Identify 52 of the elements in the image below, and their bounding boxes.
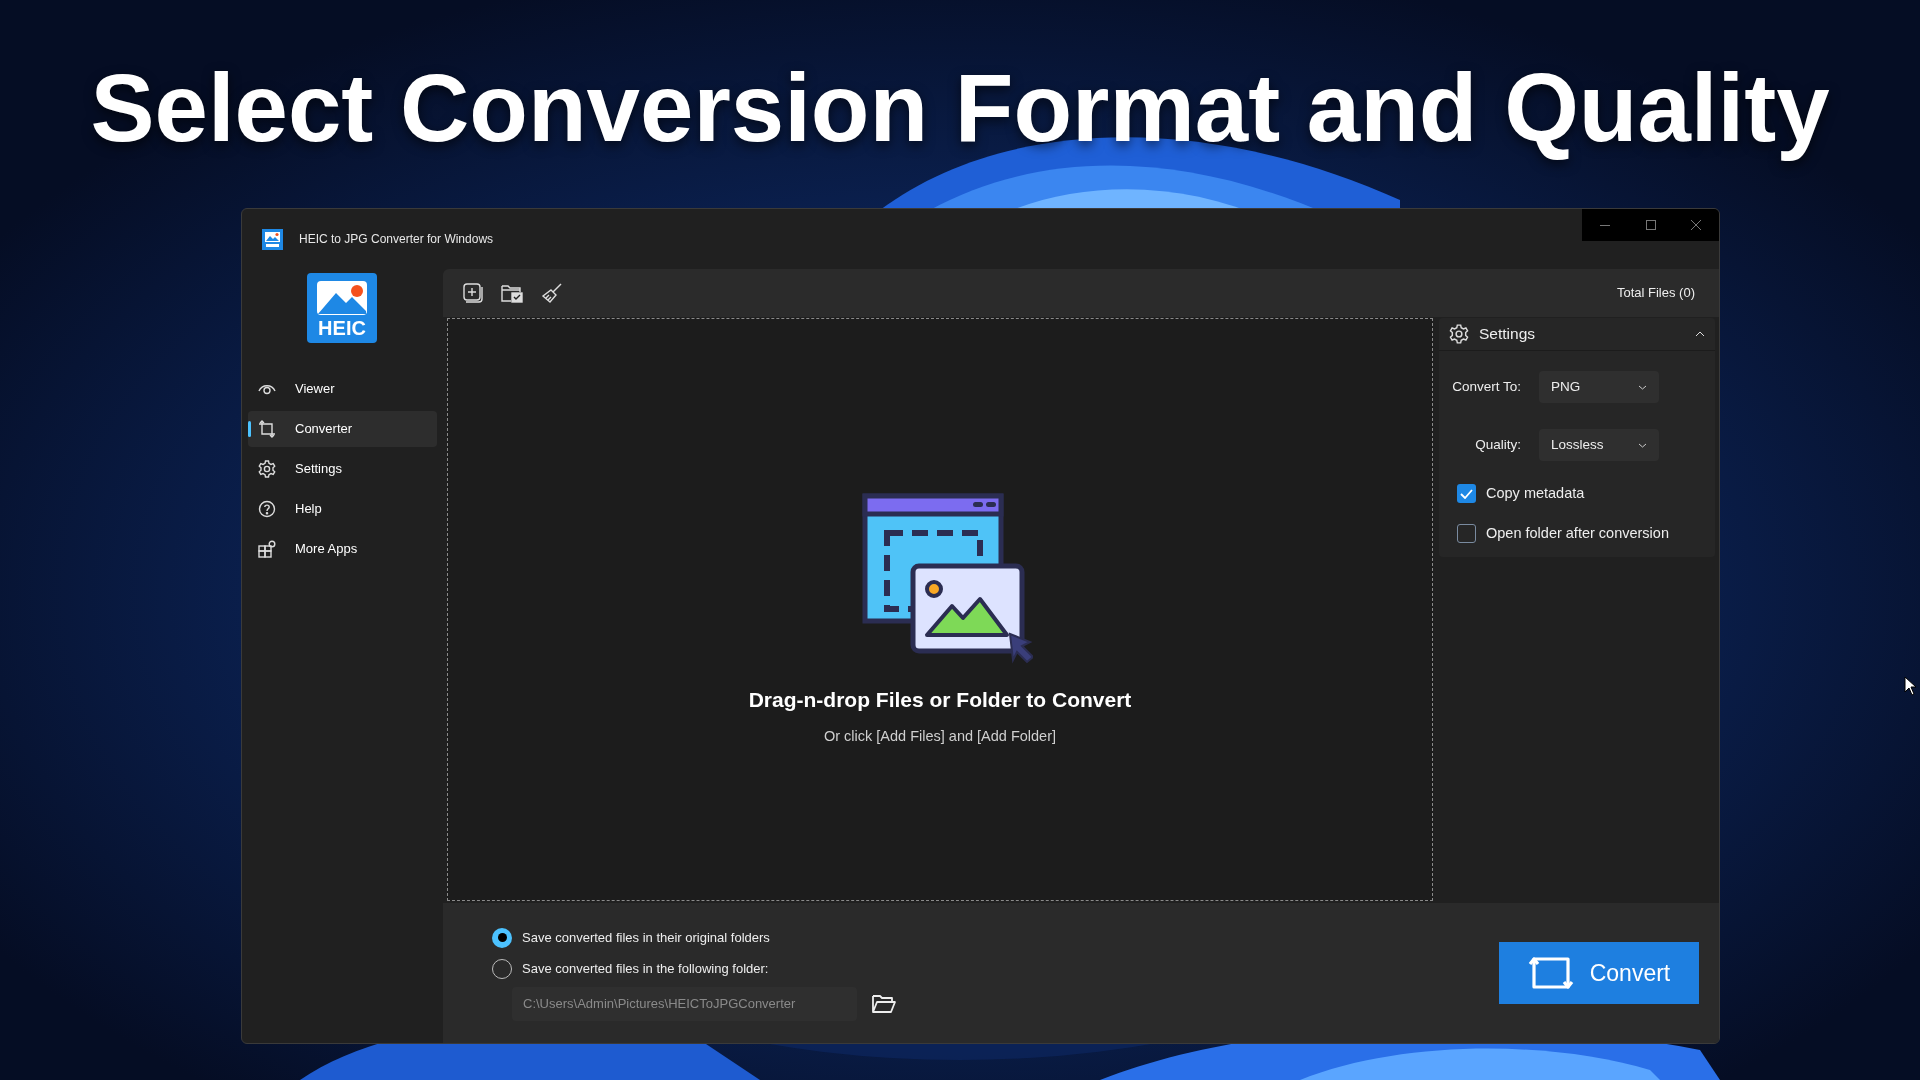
chevron-down-icon — [1638, 442, 1647, 448]
window-title: HEIC to JPG Converter for Windows — [299, 231, 494, 248]
crop-icon — [258, 420, 276, 438]
radio-button[interactable] — [492, 927, 512, 948]
checkbox[interactable] — [1457, 484, 1476, 504]
convert-button[interactable]: Convert — [1499, 942, 1699, 1004]
dropdown[interactable]: PNG — [1539, 371, 1659, 403]
help-icon — [258, 500, 276, 518]
minimize-icon — [1599, 224, 1610, 226]
sidebar-item[interactable]: Help — [248, 491, 437, 527]
clear-button[interactable] — [541, 282, 563, 304]
drop-zone[interactable]: Drag-n-drop Files or Folder to Convert Or click [Add Files] and [Add Folder] — [447, 318, 1433, 901]
app-icon — [262, 228, 283, 250]
folder-check-icon — [501, 283, 523, 303]
sidebar-item[interactable]: More Apps — [248, 531, 437, 567]
option-label: Open folder after conversion — [1486, 523, 1669, 543]
chevron-up-icon — [1695, 331, 1705, 337]
settings-icon — [1449, 324, 1469, 344]
logo-text: HEIC — [318, 317, 366, 339]
apps-icon — [258, 540, 276, 558]
settings-icon — [258, 460, 276, 478]
drop-zone-hint: Or click [Add Files] and [Add Folder] — [823, 726, 1057, 746]
add-folder-button[interactable] — [501, 283, 523, 303]
radio-label: Save converted files in their original folders — [522, 928, 770, 947]
checkbox[interactable] — [1457, 524, 1476, 544]
add-file-icon — [463, 283, 483, 303]
drop-zone-title: Drag-n-drop Files or Folder to Convert — [748, 687, 1132, 713]
close-icon — [1691, 220, 1702, 230]
settings-header[interactable]: Settings — [1439, 318, 1715, 351]
radio-label: Save converted files in the following folder: — [522, 959, 769, 978]
dropdown[interactable]: Lossless — [1539, 429, 1659, 461]
folder-path-field[interactable]: C:\Users\Admin\Pictures\HEICToJPGConverter — [512, 986, 857, 1021]
broom-icon — [541, 282, 563, 304]
mountain-icon — [314, 279, 370, 317]
cursor-icon — [1904, 676, 1916, 696]
maximize-icon — [1645, 220, 1656, 230]
selection-indicator — [248, 421, 251, 437]
field-label: Quality: — [1474, 435, 1521, 454]
convert-icon — [1527, 954, 1574, 992]
sidebar-item[interactable]: Viewer — [248, 371, 437, 407]
field-label: Convert To: — [1451, 377, 1521, 396]
total-files-count: Total Files (0) — [1616, 284, 1695, 303]
option-label: Copy metadata — [1486, 484, 1585, 503]
folder-icon — [871, 992, 897, 1015]
headline: Select Conversion Format and Quality — [89, 53, 1831, 163]
eye-icon — [258, 382, 276, 396]
browse-folder-button[interactable] — [871, 992, 897, 1015]
checkmark-icon — [1460, 488, 1473, 499]
sidebar-item[interactable]: Converter — [248, 411, 437, 447]
sidebar-item[interactable]: Settings — [248, 451, 437, 487]
add-files-button[interactable] — [463, 283, 483, 303]
chevron-down-icon — [1638, 384, 1647, 390]
